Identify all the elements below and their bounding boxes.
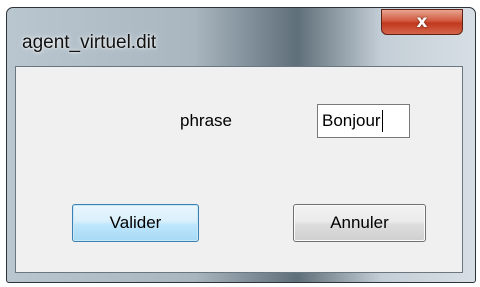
phrase-label: phrase [180,111,232,130]
text-caret [381,110,383,132]
phrase-input-value: Bonjour [322,111,381,130]
validate-button[interactable]: Valider [72,204,199,242]
validate-button-label: Valider [109,213,162,232]
dialog-window: agent_virtuel.dit x phrase Bonjour Valid… [6,7,476,283]
cancel-button-label: Annuler [330,213,389,232]
close-button[interactable]: x [381,9,463,35]
dialog-content: phrase Bonjour Valider Annuler [15,66,463,273]
window-title: agent_virtuel.dit [22,32,157,53]
title-bar[interactable]: agent_virtuel.dit x [7,8,475,60]
phrase-input[interactable]: Bonjour [317,104,410,138]
close-icon: x [416,11,428,32]
cancel-button[interactable]: Annuler [293,204,426,242]
